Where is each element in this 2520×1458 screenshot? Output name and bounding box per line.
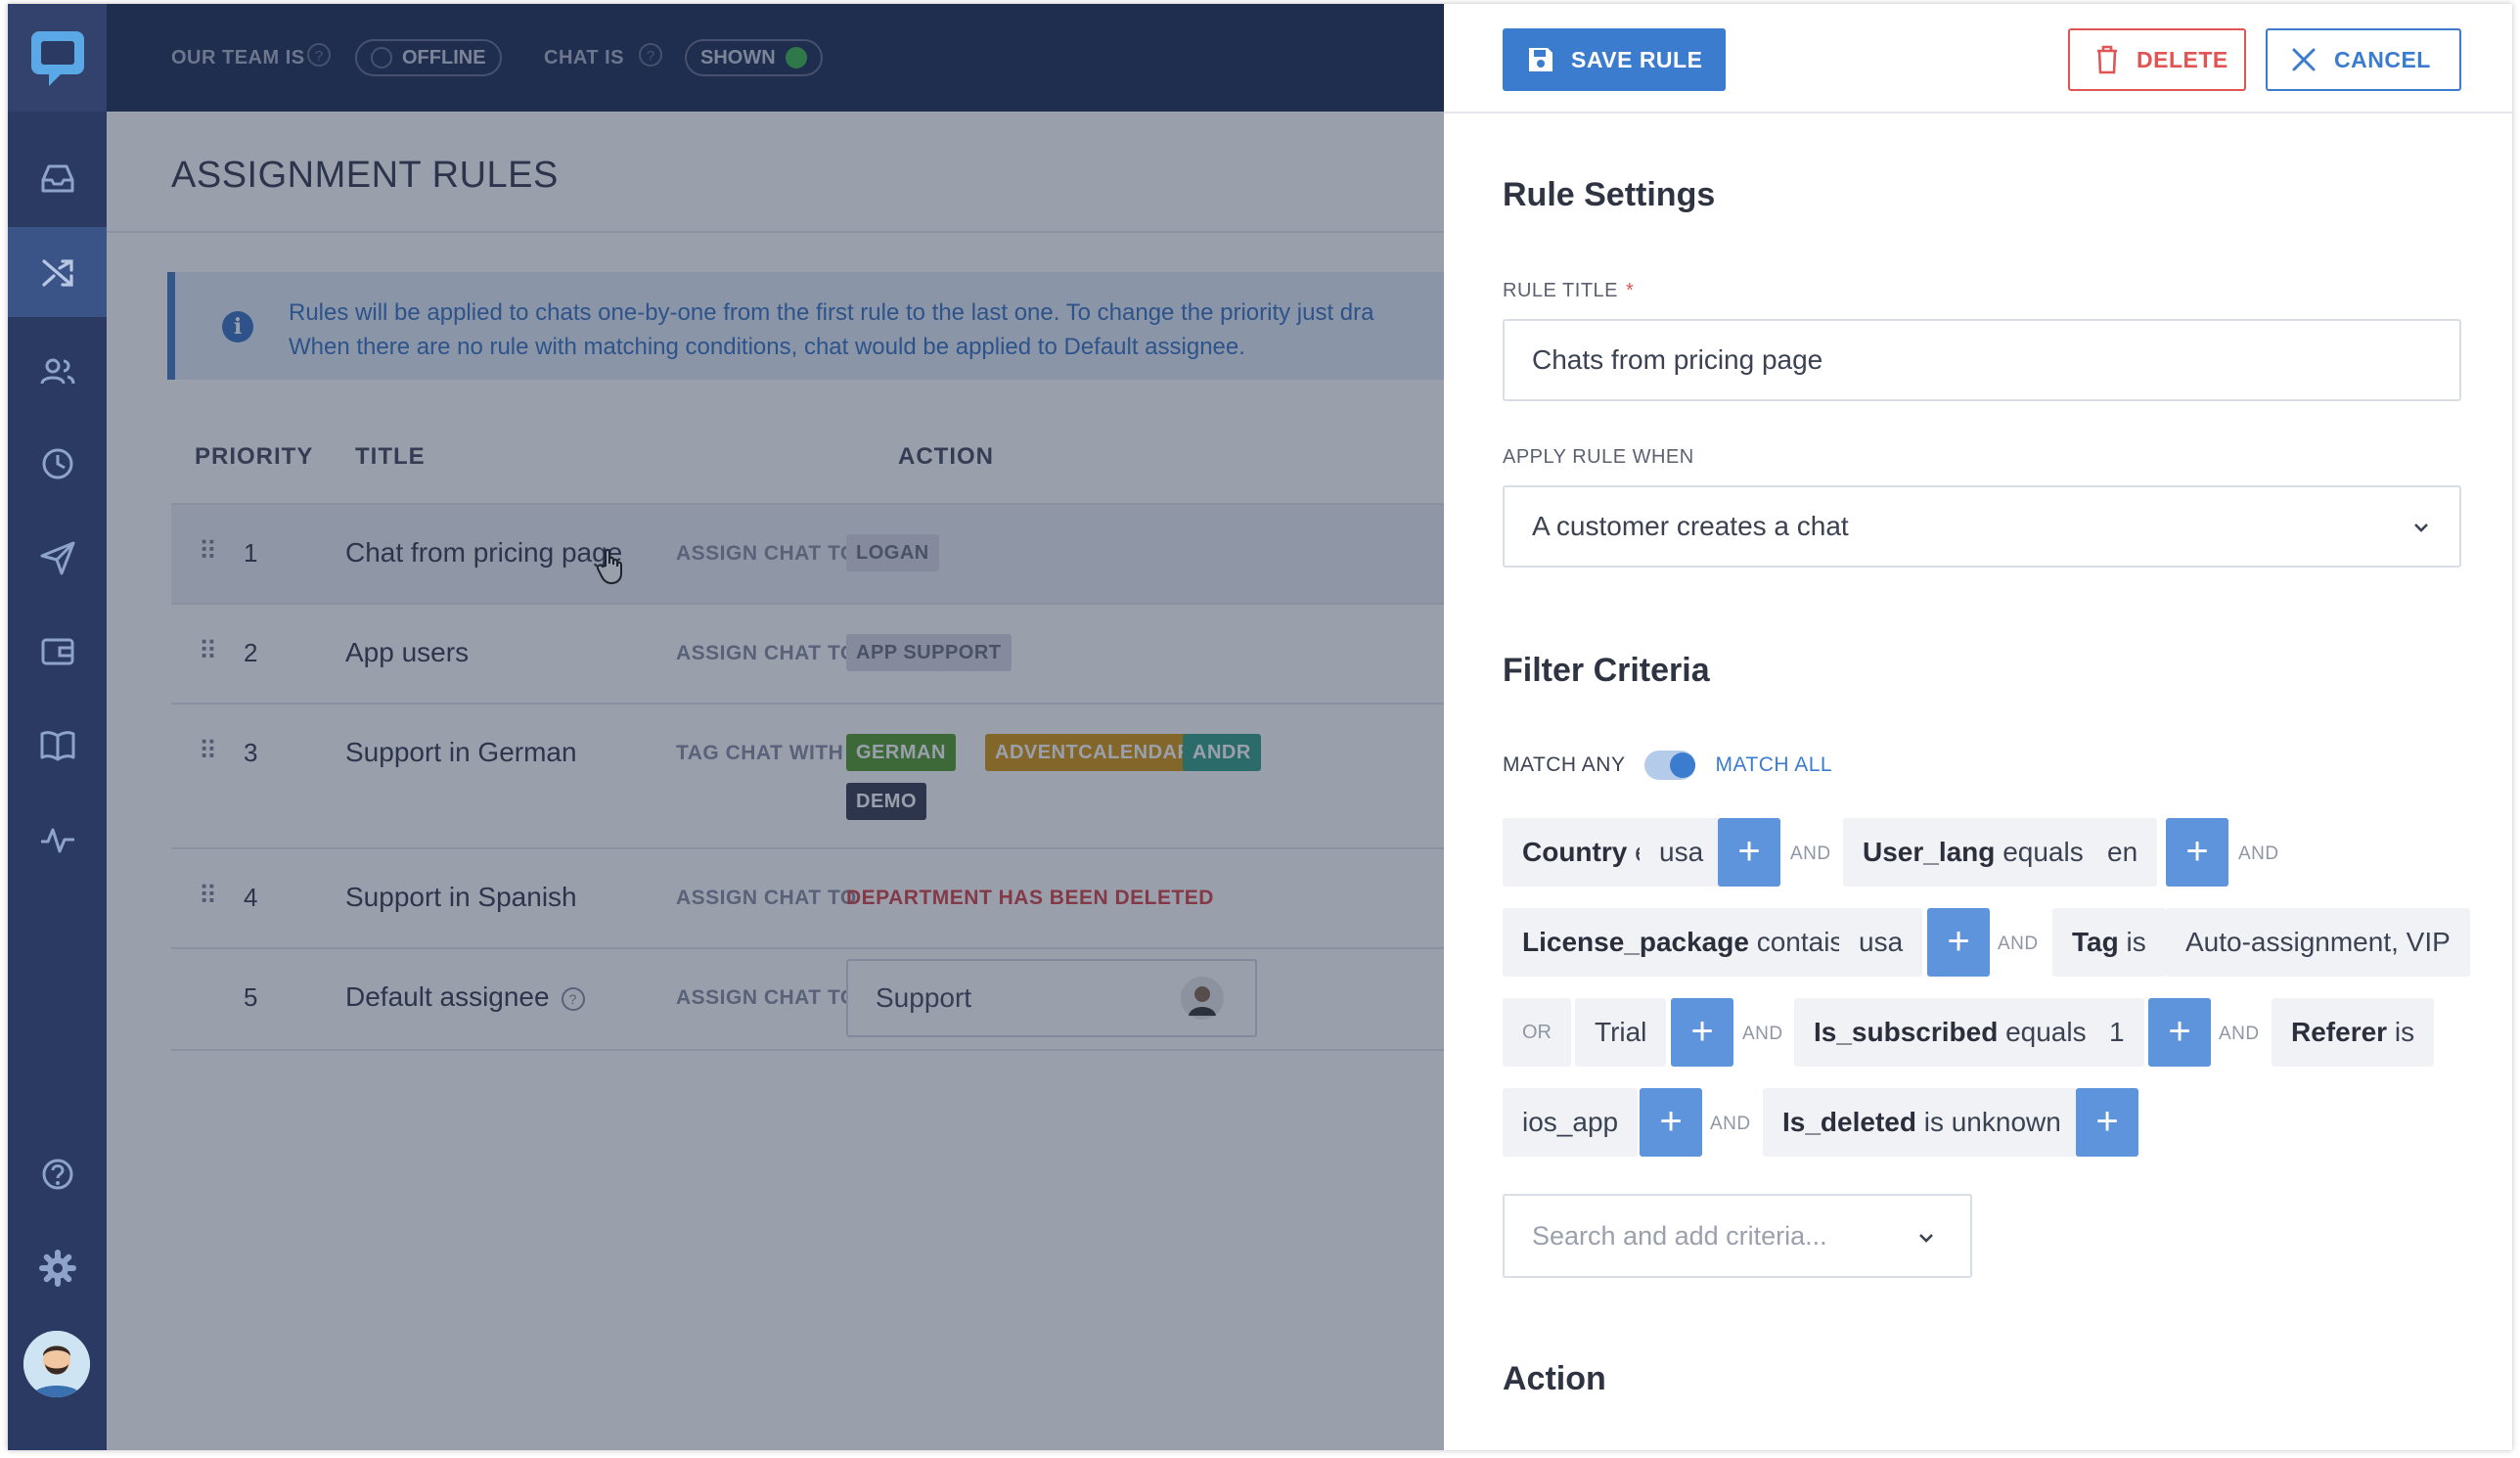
criteria-chip[interactable]: License_package contais: [1503, 908, 1864, 977]
and-connector: AND: [1998, 934, 2039, 954]
rule-editor-panel: SAVE RULE DELETE CANCEL Rule Settings RU…: [1444, 4, 2512, 1450]
add-value-button[interactable]: +: [2076, 1088, 2138, 1157]
criteria-field: License_package: [1522, 927, 1749, 957]
criteria-value[interactable]: ios_app: [1503, 1088, 1639, 1157]
rule-title-label: RULE TITLE *: [1503, 280, 1634, 302]
chat-logo-icon: [31, 31, 84, 86]
match-any-label[interactable]: MATCH ANY: [1503, 753, 1625, 777]
wallet-icon: [41, 638, 73, 665]
sidebar-item-settings[interactable]: [8, 1223, 107, 1313]
sidebar-item-campaigns[interactable]: [8, 513, 107, 603]
chevron-down-icon: [1919, 1234, 1933, 1243]
criteria-operator: is: [2126, 927, 2146, 957]
filter-criteria-heading: Filter Criteria: [1503, 652, 1710, 689]
switch-knob: [1670, 752, 1696, 778]
criteria-value[interactable]: Auto-assignment, VIP: [2166, 908, 2470, 977]
user-avatar-image: [23, 1331, 90, 1397]
rule-title-input[interactable]: Chats from pricing page: [1503, 319, 2461, 401]
add-criteria-search[interactable]: Search and add criteria...: [1503, 1194, 1972, 1278]
criteria-operator: equals: [2002, 837, 2084, 867]
book-icon: [40, 731, 74, 761]
app-window: OUR TEAM IS ? OFFLINE CHAT IS ? SHOWN AS…: [8, 4, 2512, 1450]
activity-icon: [40, 828, 74, 853]
criteria-value[interactable]: usa: [1640, 818, 1724, 887]
criteria-value[interactable]: usa: [1839, 908, 1923, 977]
apply-rule-select[interactable]: A customer creates a chat: [1503, 485, 2461, 568]
add-value-button[interactable]: +: [2148, 998, 2211, 1067]
rule-title-label-text: RULE TITLE: [1503, 280, 1618, 301]
criteria-operator: equals: [2005, 1017, 2087, 1047]
criteria-chip[interactable]: Is_deleted is unknown: [1763, 1088, 2081, 1157]
panel-toolbar: SAVE RULE DELETE CANCEL: [1444, 4, 2512, 114]
delete-label: DELETE: [2137, 46, 2228, 72]
match-all-label[interactable]: MATCH ALL: [1715, 753, 1832, 777]
rule-settings-heading: Rule Settings: [1503, 176, 1716, 213]
criteria-field: Is_deleted: [1782, 1107, 1916, 1137]
add-value-button[interactable]: +: [1640, 1088, 1702, 1157]
save-rule-label: SAVE RULE: [1571, 46, 1703, 72]
criteria-chip[interactable]: Tag is: [2052, 908, 2166, 977]
criteria-operator: contais: [1756, 927, 1844, 957]
criteria-chip[interactable]: Is_subscribed equals: [1794, 998, 2106, 1067]
sidebar-item-analytics[interactable]: [8, 795, 107, 885]
user-avatar[interactable]: [23, 1331, 90, 1397]
main-content: OUR TEAM IS ? OFFLINE CHAT IS ? SHOWN AS…: [107, 4, 1444, 1450]
gear-icon: [38, 1250, 76, 1287]
shuffle-icon: [41, 259, 73, 287]
clock-icon: [42, 448, 72, 479]
add-criteria-placeholder: Search and add criteria...: [1532, 1221, 1827, 1251]
close-icon: [2292, 48, 2316, 71]
chevron-down-icon: [2414, 524, 2428, 532]
app-logo[interactable]: [8, 4, 107, 112]
match-mode-switch[interactable]: [1644, 751, 1696, 780]
and-connector: AND: [1742, 1024, 1783, 1044]
criteria-field: Tag: [2072, 927, 2119, 957]
sidebar-item-users[interactable]: [8, 327, 107, 417]
add-value-button[interactable]: +: [1671, 998, 1733, 1067]
rule-title-value: Chats from pricing page: [1532, 344, 1823, 375]
action-heading: Action: [1503, 1360, 1606, 1397]
and-connector: AND: [2238, 843, 2279, 864]
and-connector: AND: [1710, 1114, 1751, 1134]
criteria-value[interactable]: 1: [2090, 998, 2144, 1067]
sidebar-item-help[interactable]: [8, 1129, 107, 1219]
and-connector: AND: [1790, 843, 1831, 864]
or-connector: OR: [1503, 998, 1571, 1067]
criteria-field: Referer: [2291, 1017, 2388, 1047]
delete-button[interactable]: DELETE: [2068, 28, 2246, 91]
send-icon: [40, 541, 74, 575]
criteria-field: Is_subscribed: [1814, 1017, 1999, 1047]
sidebar-item-knowledge-base[interactable]: [8, 701, 107, 791]
trash-icon: [2097, 45, 2117, 74]
inbox-icon: [41, 164, 73, 193]
cancel-button[interactable]: CANCEL: [2266, 28, 2461, 91]
sidebar-item-billing[interactable]: [8, 607, 107, 697]
criteria-chip[interactable]: Referer is: [2272, 998, 2435, 1067]
add-value-button[interactable]: +: [1718, 818, 1780, 887]
save-rule-button[interactable]: SAVE RULE: [1503, 28, 1726, 91]
criteria-operator: is unknown: [1923, 1107, 2061, 1137]
required-marker: *: [1626, 280, 1635, 301]
sidebar-item-assignment-rules[interactable]: [8, 227, 107, 317]
modal-backdrop[interactable]: [107, 4, 1444, 1450]
sidebar: [8, 4, 107, 1450]
cancel-label: CANCEL: [2334, 46, 2431, 72]
sidebar-item-inbox[interactable]: [8, 133, 107, 223]
criteria-field: Country: [1522, 837, 1628, 867]
criteria-value[interactable]: Trial: [1575, 998, 1667, 1067]
sidebar-item-history[interactable]: [8, 419, 107, 509]
match-mode-toggle[interactable]: MATCH ANY MATCH ALL: [1503, 748, 1832, 783]
apply-rule-value: A customer creates a chat: [1532, 511, 1849, 541]
criteria-value[interactable]: en: [2088, 818, 2158, 887]
users-icon: [40, 358, 74, 385]
add-value-button[interactable]: +: [2166, 818, 2228, 887]
apply-rule-label: APPLY RULE WHEN: [1503, 446, 1694, 468]
floppy-disk-icon: [1529, 48, 1552, 71]
criteria-operator: is: [2394, 1017, 2415, 1047]
help-icon: [42, 1159, 72, 1190]
and-connector: AND: [2219, 1024, 2260, 1044]
add-value-button[interactable]: +: [1927, 908, 1990, 977]
criteria-chip[interactable]: User_lang equals: [1843, 818, 2103, 887]
criteria-field: User_lang: [1863, 837, 1996, 867]
